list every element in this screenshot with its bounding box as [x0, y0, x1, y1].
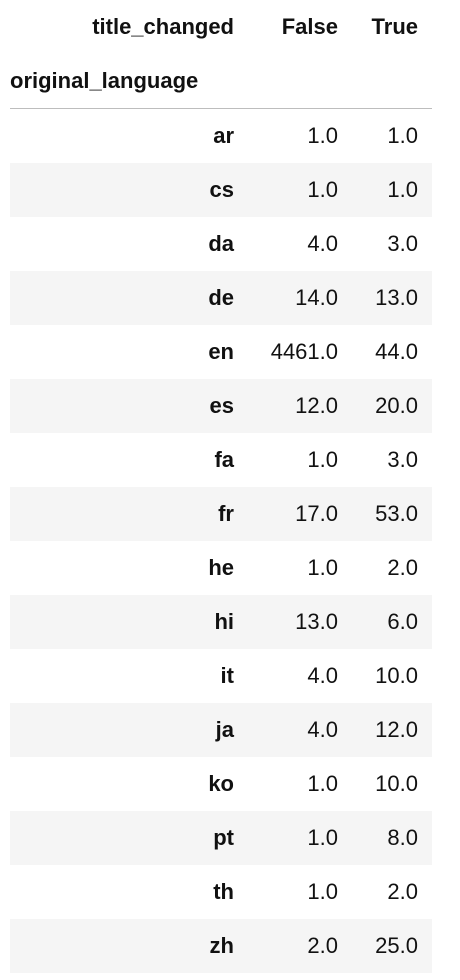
cell-false: 4.0: [307, 231, 338, 256]
column-header-false: False: [281, 14, 338, 39]
cell-true: 10.0: [375, 771, 418, 796]
cell-false: 17.0: [295, 501, 338, 526]
row-index-label: ja: [215, 717, 234, 742]
cell-true: 10.0: [375, 663, 418, 688]
table-row: da 4.0 3.0: [10, 217, 432, 271]
cell-true: 20.0: [375, 393, 418, 418]
row-index-label: de: [208, 285, 234, 310]
row-index-label: it: [220, 663, 234, 688]
row-index-label: th: [213, 879, 234, 904]
cell-true: 53.0: [375, 501, 418, 526]
cell-false: 14.0: [295, 285, 338, 310]
cell-true: 25.0: [375, 933, 418, 958]
table-header: title_changed False True original_langua…: [10, 0, 432, 109]
index-name: original_language: [10, 54, 248, 109]
row-index-label: en: [208, 339, 234, 364]
row-index-label: ko: [208, 771, 234, 796]
column-header-true: True: [371, 14, 418, 39]
row-index-label: he: [208, 555, 234, 580]
cell-false: 4461.0: [270, 339, 338, 364]
table-row: fa 1.0 3.0: [10, 433, 432, 487]
cell-false: 4.0: [307, 717, 338, 742]
table-row: cs 1.0 1.0: [10, 163, 432, 217]
table-row: ja 4.0 12.0: [10, 703, 432, 757]
row-index-label: pt: [213, 825, 234, 850]
table-row: ar 1.0 1.0: [10, 109, 432, 164]
table-row: ko 1.0 10.0: [10, 757, 432, 811]
index-header-spacer: [352, 54, 432, 109]
cell-false: 1.0: [307, 771, 338, 796]
cell-false: 1.0: [307, 447, 338, 472]
table-row: zh 2.0 25.0: [10, 919, 432, 973]
cell-false: 12.0: [295, 393, 338, 418]
cell-false: 1.0: [307, 879, 338, 904]
table-row: es 12.0 20.0: [10, 379, 432, 433]
table-row: it 4.0 10.0: [10, 649, 432, 703]
cell-true: 6.0: [387, 609, 418, 634]
columns-header-row: title_changed False True: [10, 0, 432, 54]
index-header-row: original_language: [10, 54, 432, 109]
cell-true: 3.0: [387, 447, 418, 472]
table-row: de 14.0 13.0: [10, 271, 432, 325]
cell-true: 44.0: [375, 339, 418, 364]
cell-false: 4.0: [307, 663, 338, 688]
row-index-label: es: [209, 393, 234, 418]
row-index-label: zh: [209, 933, 234, 958]
cell-true: 13.0: [375, 285, 418, 310]
cell-true: 3.0: [387, 231, 418, 256]
cell-true: 2.0: [387, 879, 418, 904]
row-index-label: ar: [213, 123, 234, 148]
row-index-label: fr: [218, 501, 234, 526]
cell-false: 1.0: [307, 123, 338, 148]
cell-false: 2.0: [307, 933, 338, 958]
dataframe-table: title_changed False True original_langua…: [10, 0, 432, 973]
table-body: ar 1.0 1.0 cs 1.0 1.0 da 4.0 3.0 de 14.0 13.0 en 4461…: [10, 109, 432, 973]
row-index-label: fa: [214, 447, 234, 472]
cell-true: 12.0: [375, 717, 418, 742]
row-index-label: da: [208, 231, 234, 256]
index-header-spacer: [248, 54, 352, 109]
cell-true: 8.0: [387, 825, 418, 850]
table-row: fr 17.0 53.0: [10, 487, 432, 541]
columns-name: title_changed: [92, 14, 234, 39]
cell-true: 1.0: [387, 123, 418, 148]
cell-false: 13.0: [295, 609, 338, 634]
table-row: he 1.0 2.0: [10, 541, 432, 595]
row-index-label: hi: [214, 609, 234, 634]
cell-true: 2.0: [387, 555, 418, 580]
table-row: en 4461.0 44.0: [10, 325, 432, 379]
cell-false: 1.0: [307, 825, 338, 850]
table-row: pt 1.0 8.0: [10, 811, 432, 865]
cell-true: 1.0: [387, 177, 418, 202]
row-index-label: cs: [209, 177, 234, 202]
dataframe-output: title_changed False True original_langua…: [0, 0, 460, 980]
cell-false: 1.0: [307, 555, 338, 580]
cell-false: 1.0: [307, 177, 338, 202]
table-row: th 1.0 2.0: [10, 865, 432, 919]
table-row: hi 13.0 6.0: [10, 595, 432, 649]
